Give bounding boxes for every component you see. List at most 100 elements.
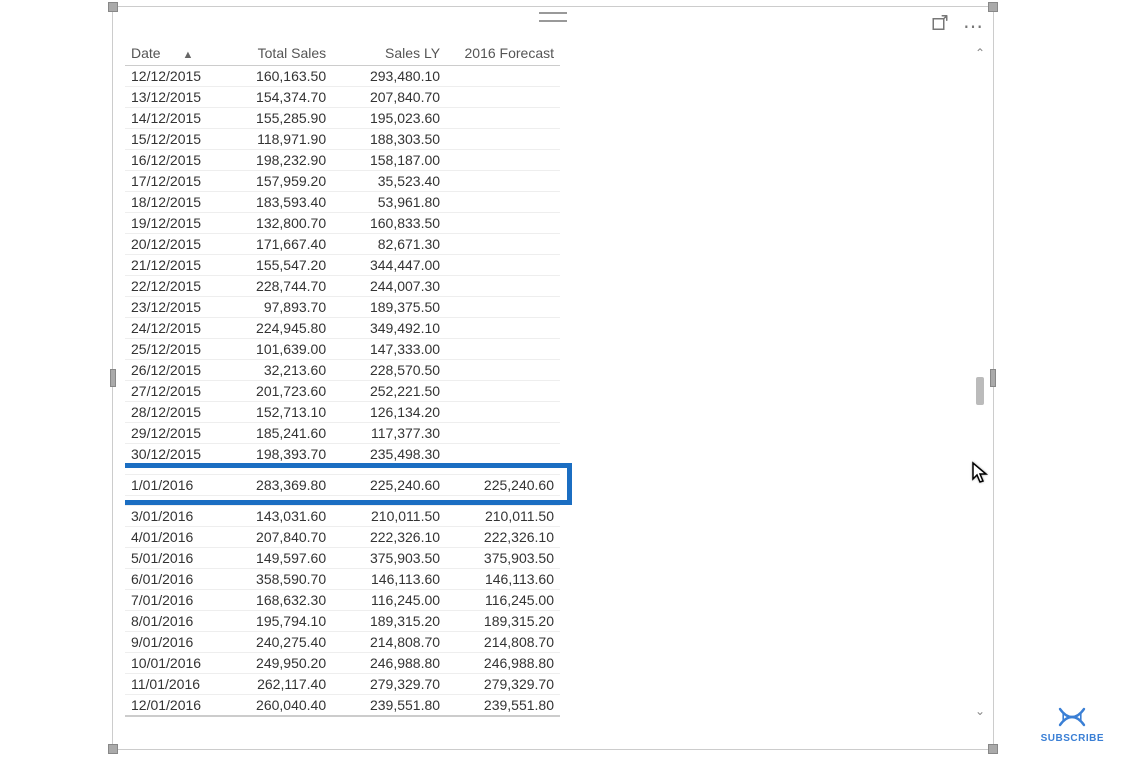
- table-row[interactable]: 24/12/2015224,945.80349,492.10: [125, 318, 560, 339]
- cell-date: 12/12/2015: [125, 66, 218, 87]
- table-row[interactable]: 25/12/2015101,639.00147,333.00: [125, 339, 560, 360]
- resize-handle-left[interactable]: [110, 369, 116, 387]
- table-row[interactable]: 11/01/2016262,117.40279,329.70279,329.70: [125, 674, 560, 695]
- table-row[interactable]: 12/01/2016260,040.40239,551.80239,551.80: [125, 695, 560, 717]
- table-row[interactable]: 20/12/2015171,667.4082,671.30: [125, 234, 560, 255]
- cell-sales-ly: 228,570.50: [332, 360, 446, 381]
- table-row[interactable]: 21/12/2015155,547.20344,447.00: [125, 255, 560, 276]
- cell-forecast: [446, 496, 560, 506]
- scroll-up-arrow-icon[interactable]: ⌃: [973, 47, 987, 61]
- table-row[interactable]: 18/12/2015183,593.4053,961.80: [125, 192, 560, 213]
- resize-handle-tr[interactable]: [988, 2, 998, 12]
- table-row[interactable]: 6/01/2016358,590.70146,113.60146,113.60: [125, 569, 560, 590]
- cell-forecast: [446, 213, 560, 234]
- resize-handle-br[interactable]: [988, 744, 998, 754]
- cell-forecast: 225,240.60: [446, 475, 560, 496]
- table-row[interactable]: 17/12/2015157,959.2035,523.40: [125, 171, 560, 192]
- table-row[interactable]: 15/12/2015118,971.90188,303.50: [125, 129, 560, 150]
- cell-total-sales: 168,632.30: [218, 590, 332, 611]
- table-row[interactable]: 23/12/201597,893.70189,375.50: [125, 297, 560, 318]
- cell-sales-ly: 210,011.50: [332, 506, 446, 527]
- cell-sales-ly: 239,551.80: [332, 695, 446, 717]
- scroll-thumb[interactable]: [976, 377, 984, 405]
- table-row[interactable]: 26/12/201532,213.60228,570.50: [125, 360, 560, 381]
- cell-sales-ly: 244,007.30: [332, 276, 446, 297]
- cell-sales-ly: 349,492.10: [332, 318, 446, 339]
- cell-date: 24/12/2015: [125, 318, 218, 339]
- cell-date: 26/12/2015: [125, 360, 218, 381]
- resize-handle-tl[interactable]: [108, 2, 118, 12]
- col-header-sales-ly[interactable]: Sales LY: [332, 41, 446, 66]
- table-row[interactable]: 13/12/2015154,374.70207,840.70: [125, 87, 560, 108]
- cell-forecast: [446, 255, 560, 276]
- cell-sales-ly: 158,187.00: [332, 150, 446, 171]
- col-header-total-sales[interactable]: Total Sales: [218, 41, 332, 66]
- cell-sales-ly: 207,840.70: [332, 87, 446, 108]
- resize-handle-bl[interactable]: [108, 744, 118, 754]
- cell-total-sales: 228,744.70: [218, 276, 332, 297]
- cell-total-sales: 260,040.40: [218, 695, 332, 717]
- table-row[interactable]: 19/12/2015132,800.70160,833.50: [125, 213, 560, 234]
- cell-forecast: [446, 66, 560, 87]
- table-row[interactable]: 5/01/2016149,597.60375,903.50375,903.50: [125, 548, 560, 569]
- table-row[interactable]: 10/01/2016249,950.20246,988.80246,988.80: [125, 653, 560, 674]
- table-row[interactable]: 9/01/2016240,275.40214,808.70214,808.70: [125, 632, 560, 653]
- data-table-container: Date ▲ Total Sales Sales LY 2016 Forecas…: [125, 41, 969, 721]
- table-row[interactable]: 8/01/2016195,794.10189,315.20189,315.20: [125, 611, 560, 632]
- table-row[interactable]: 14/12/2015155,285.90195,023.60: [125, 108, 560, 129]
- cell-forecast: [446, 423, 560, 444]
- table-row[interactable]: 12/12/2015160,163.50293,480.10: [125, 66, 560, 87]
- cell-date: 6/01/2016: [125, 569, 218, 590]
- table-row[interactable]: [125, 496, 560, 506]
- cell-date: 16/12/2015: [125, 150, 218, 171]
- table-row[interactable]: 16/12/2015198,232.90158,187.00: [125, 150, 560, 171]
- cell-total-sales: 157,959.20: [218, 171, 332, 192]
- focus-mode-icon[interactable]: [931, 15, 949, 38]
- cell-forecast: [446, 465, 560, 475]
- scroll-down-arrow-icon[interactable]: ⌄: [973, 705, 987, 719]
- cell-total-sales: 118,971.90: [218, 129, 332, 150]
- more-options-icon[interactable]: ⋯: [963, 22, 985, 32]
- col-header-date[interactable]: Date ▲: [125, 41, 218, 66]
- drag-handle-icon[interactable]: [539, 12, 567, 22]
- cell-sales-ly: 53,961.80: [332, 192, 446, 213]
- table-visual: ⋯ Date ▲ Total Sales Sales LY 2016 Forec…: [112, 6, 994, 750]
- cell-sales-ly: 146,113.60: [332, 569, 446, 590]
- cell-total-sales: 198,232.90: [218, 150, 332, 171]
- totals-sales-ly: 94,435,240.40: [332, 716, 446, 721]
- vertical-scrollbar[interactable]: ⌃ ⌄: [973, 47, 987, 719]
- table-row[interactable]: 1/01/2016283,369.80225,240.60225,240.60: [125, 475, 560, 496]
- table-row[interactable]: 3/01/2016143,031.60210,011.50210,011.50: [125, 506, 560, 527]
- table-row[interactable]: 22/12/2015228,744.70244,007.30: [125, 276, 560, 297]
- table-row[interactable]: 7/01/2016168,632.30116,245.00116,245.00: [125, 590, 560, 611]
- cell-date: 12/01/2016: [125, 695, 218, 717]
- subscribe-badge[interactable]: SUBSCRIBE: [1041, 705, 1104, 744]
- cell-date: 5/01/2016: [125, 548, 218, 569]
- cell-forecast: [446, 87, 560, 108]
- resize-handle-right[interactable]: [990, 369, 996, 387]
- table-row[interactable]: [125, 465, 560, 475]
- cell-total-sales: 143,031.60: [218, 506, 332, 527]
- cell-date: 13/12/2015: [125, 87, 218, 108]
- cell-date: 4/01/2016: [125, 527, 218, 548]
- col-header-date-label: Date: [131, 45, 161, 61]
- cell-total-sales: 195,794.10: [218, 611, 332, 632]
- cell-date: 8/01/2016: [125, 611, 218, 632]
- dna-icon: [1056, 705, 1088, 729]
- cell-forecast: [446, 108, 560, 129]
- cell-forecast: [446, 360, 560, 381]
- col-header-forecast[interactable]: 2016 Forecast: [446, 41, 560, 66]
- cell-total-sales: 198,393.70: [218, 444, 332, 465]
- table-row[interactable]: 29/12/2015185,241.60117,377.30: [125, 423, 560, 444]
- table-row[interactable]: 28/12/2015152,713.10126,134.20: [125, 402, 560, 423]
- cell-total-sales: 224,945.80: [218, 318, 332, 339]
- cell-total-sales: 358,590.70: [218, 569, 332, 590]
- cell-total-sales: 160,163.50: [218, 66, 332, 87]
- cell-sales-ly: 147,333.00: [332, 339, 446, 360]
- table-row[interactable]: 30/12/2015198,393.70235,498.30: [125, 444, 560, 465]
- cell-date: 1/01/2016: [125, 475, 218, 496]
- table-row[interactable]: 27/12/2015201,723.60252,221.50: [125, 381, 560, 402]
- table-row[interactable]: 4/01/2016207,840.70222,326.10222,326.10: [125, 527, 560, 548]
- cell-forecast: [446, 318, 560, 339]
- cell-forecast: [446, 276, 560, 297]
